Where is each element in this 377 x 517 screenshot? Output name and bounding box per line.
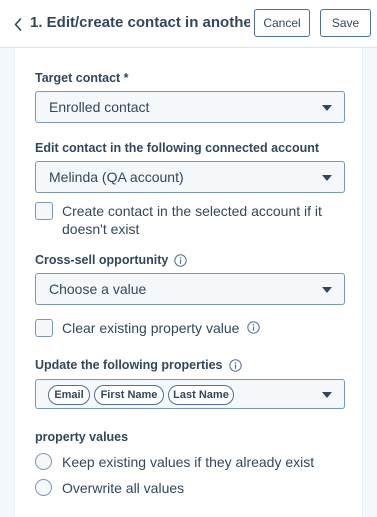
- property-values-label: property values: [35, 430, 128, 444]
- cancel-button[interactable]: Cancel: [254, 9, 310, 37]
- update-properties-label-text: Update the following properties: [35, 358, 223, 372]
- connected-account-value: Melinda (QA account): [49, 169, 184, 185]
- panel-header: 1. Edit/create contact in anothe... Canc…: [0, 0, 377, 48]
- caret-down-icon: [322, 287, 332, 293]
- radio-overwrite-all[interactable]: Overwrite all values: [35, 479, 184, 496]
- target-contact-label-text: Target contact *: [35, 71, 129, 85]
- action-form-card: Target contact * Enrolled contact Edit c…: [14, 48, 363, 517]
- panel-body: Target contact * Enrolled contact Edit c…: [0, 48, 377, 517]
- properties-multiselect[interactable]: Email First Name Last Name: [35, 379, 345, 409]
- target-contact-value: Enrolled contact: [49, 99, 150, 115]
- property-tag-first-name[interactable]: First Name: [94, 385, 164, 405]
- connected-account-select[interactable]: Melinda (QA account): [35, 161, 345, 193]
- property-tag-email[interactable]: Email: [48, 385, 90, 405]
- update-properties-label: Update the following properties: [35, 358, 242, 372]
- target-contact-select[interactable]: Enrolled contact: [35, 91, 345, 123]
- panel-title: 1. Edit/create contact in anothe...: [30, 14, 250, 31]
- target-contact-label: Target contact *: [35, 71, 129, 85]
- chevron-left-icon: [14, 17, 22, 31]
- radio-overwrite-all-label: Overwrite all values: [62, 479, 185, 496]
- info-icon[interactable]: [247, 321, 261, 334]
- property-tag-last-name[interactable]: Last Name: [168, 385, 234, 405]
- connected-account-label-text: Edit contact in the following connected …: [35, 141, 320, 155]
- radio-keep-existing-label: Keep existing values if they already exi…: [62, 453, 315, 470]
- radio-button[interactable]: [35, 453, 52, 470]
- connected-account-label: Edit contact in the following connected …: [35, 141, 319, 155]
- cross-sell-select[interactable]: Choose a value: [35, 273, 345, 305]
- info-icon[interactable]: [228, 358, 242, 372]
- info-icon[interactable]: [174, 253, 188, 267]
- create-contact-checkbox[interactable]: [35, 202, 53, 220]
- caret-down-icon: [322, 105, 332, 111]
- radio-keep-existing[interactable]: Keep existing values if they already exi…: [35, 453, 314, 470]
- clear-value-checkbox-label: Clear existing property value: [62, 320, 240, 336]
- cross-sell-label-text: Cross-sell opportunity: [35, 253, 169, 267]
- create-contact-checkbox-label: Create contact in the selected account i…: [62, 203, 322, 237]
- clear-value-option[interactable]: Clear existing property value: [35, 319, 261, 337]
- create-contact-option[interactable]: Create contact in the selected account i…: [35, 202, 335, 238]
- clear-value-checkbox[interactable]: [35, 319, 53, 337]
- cross-sell-label: Cross-sell opportunity: [35, 253, 188, 267]
- back-button[interactable]: [10, 14, 26, 34]
- caret-down-icon: [322, 392, 332, 398]
- radio-button[interactable]: [35, 479, 52, 496]
- cross-sell-placeholder: Choose a value: [49, 281, 147, 297]
- save-button[interactable]: Save: [320, 9, 371, 37]
- property-values-label-text: property values: [35, 430, 129, 444]
- caret-down-icon: [322, 175, 332, 181]
